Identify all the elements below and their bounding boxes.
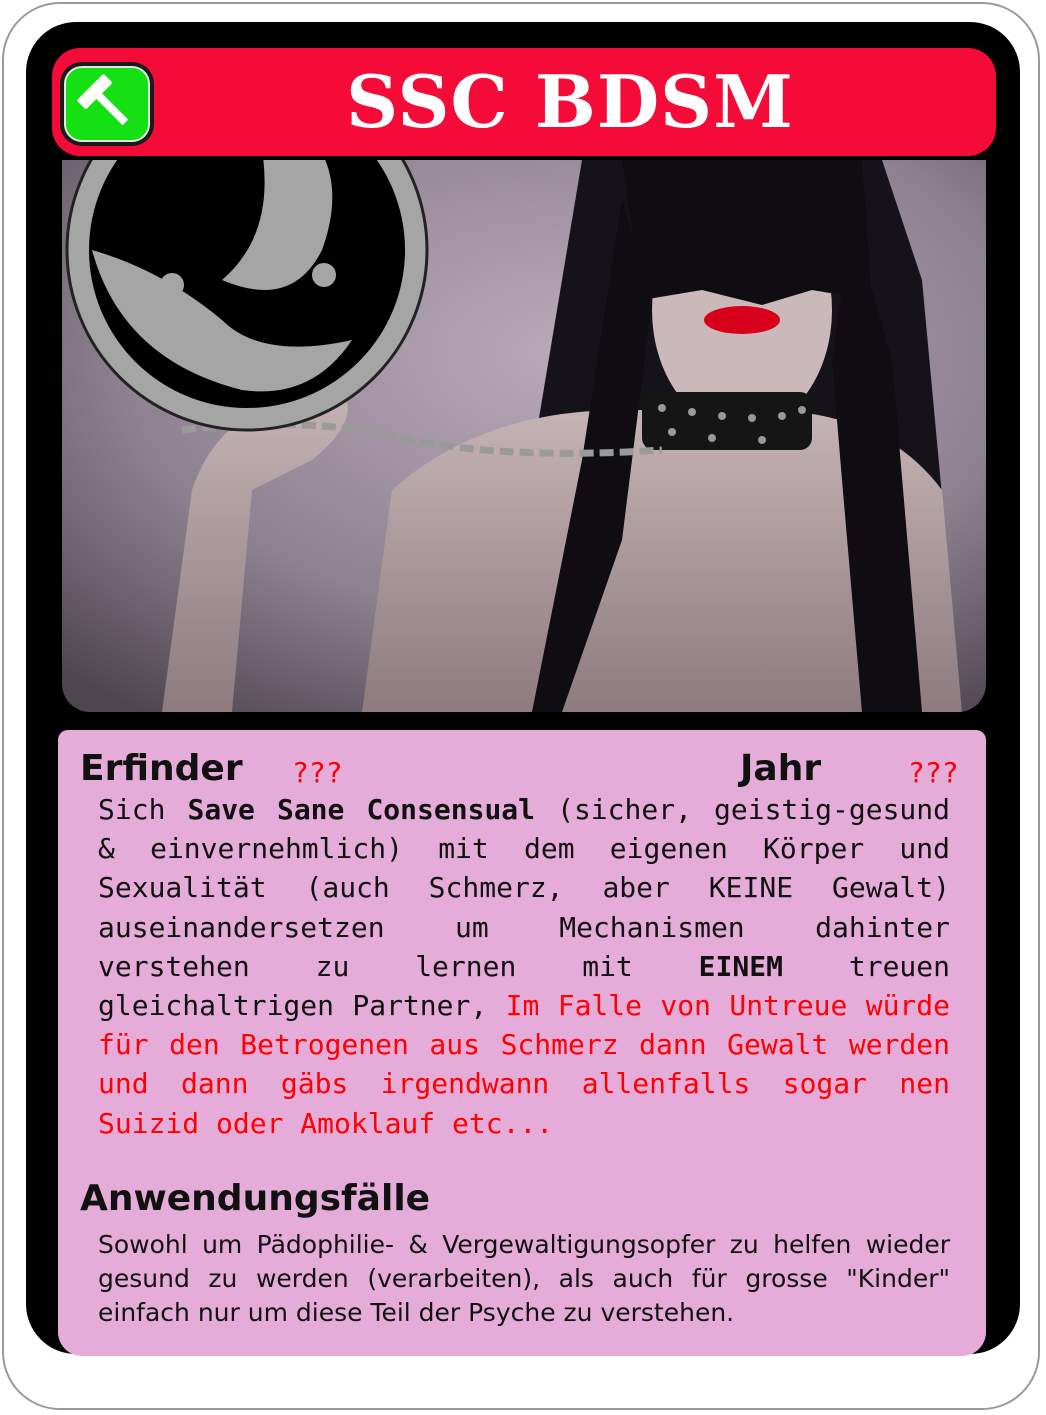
hammer-icon	[64, 66, 150, 142]
card-description: Sich Save Sane Consensual (sicher, geist…	[98, 790, 950, 1143]
card-photo	[62, 160, 986, 712]
inventor-value: ???	[292, 756, 343, 789]
desc-part1: Sich	[98, 793, 188, 826]
year-value: ???	[908, 756, 959, 789]
inventor-label: Erfinder	[80, 748, 243, 789]
use-cases-text: Sowohl um Pädophilie- & Vergewaltigungso…	[98, 1230, 950, 1327]
desc-bold-ssc: Save Sane Consensual	[187, 793, 536, 826]
desc-bold-einem: EINEM	[698, 949, 783, 983]
year-label: Jahr	[740, 748, 822, 789]
use-cases-heading: Anwendungsfälle	[80, 1178, 431, 1219]
card-title: SSC BDSM	[346, 59, 794, 144]
